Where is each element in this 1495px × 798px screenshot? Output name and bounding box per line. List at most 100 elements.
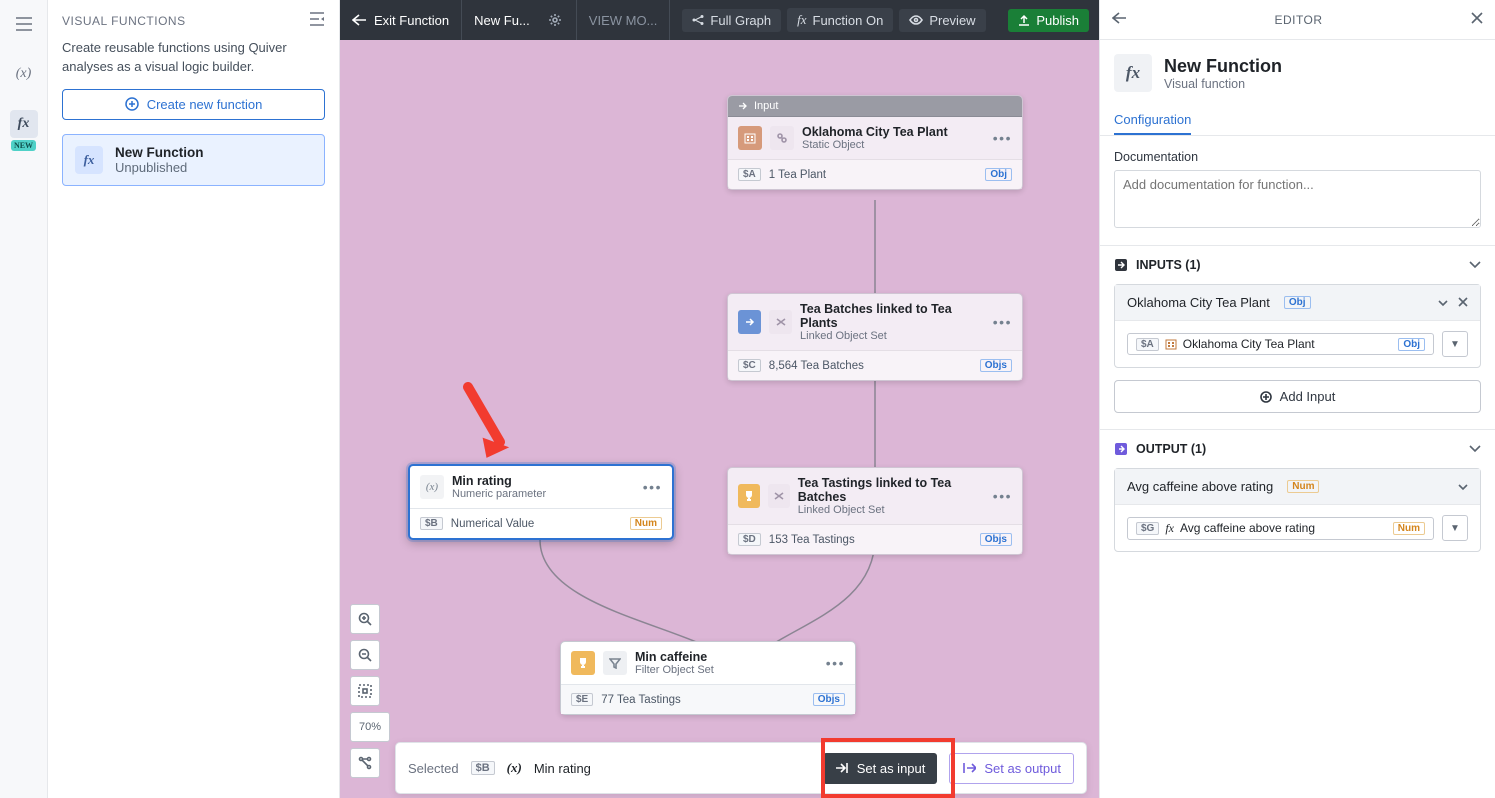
ref-tag: $B bbox=[420, 517, 443, 530]
editor-title: EDITOR bbox=[1126, 13, 1471, 27]
node-min-rating[interactable]: (x) Min rating Numeric parameter ••• $B … bbox=[408, 464, 674, 540]
node-title: Oklahoma City Tea Plant bbox=[802, 125, 948, 139]
chevron-down-icon bbox=[1469, 442, 1481, 456]
node-menu-icon[interactable]: ••• bbox=[826, 655, 845, 671]
output-label: Avg caffeine above rating bbox=[1127, 479, 1273, 494]
function-list-item[interactable]: fx New Function Unpublished bbox=[62, 134, 325, 186]
ref-tag: $A bbox=[738, 168, 761, 181]
gear-icon[interactable] bbox=[546, 13, 564, 27]
filter-icon bbox=[603, 651, 627, 675]
ref-tag: $D bbox=[738, 533, 761, 546]
node-menu-icon[interactable]: ••• bbox=[643, 479, 662, 495]
input-value-text: Oklahoma City Tea Plant bbox=[1183, 337, 1315, 351]
close-icon[interactable] bbox=[1458, 295, 1468, 310]
sidebar: VISUAL FUNCTIONS Create reusable functio… bbox=[48, 0, 340, 798]
publish-button[interactable]: Publish bbox=[1008, 9, 1089, 32]
chevron-down-icon[interactable] bbox=[1438, 295, 1448, 310]
exit-function-button[interactable]: Exit Function bbox=[340, 0, 462, 40]
graph-canvas[interactable]: Input Oklahoma City Tea Plant Static Obj… bbox=[340, 40, 1099, 798]
ref-tag: $E bbox=[571, 693, 593, 706]
editor-function-subtitle: Visual function bbox=[1164, 77, 1282, 91]
node-output-text: 8,564 Tea Batches bbox=[769, 360, 864, 372]
set-output-label: Set as output bbox=[984, 761, 1061, 776]
create-new-function-button[interactable]: Create new function bbox=[62, 89, 325, 120]
add-input-label: Add Input bbox=[1280, 389, 1336, 404]
zoom-fit-button[interactable] bbox=[350, 676, 380, 706]
documentation-label: Documentation bbox=[1114, 150, 1481, 164]
zoom-level[interactable]: 70% bbox=[350, 712, 390, 742]
documentation-input[interactable] bbox=[1114, 170, 1481, 228]
node-subtitle: Linked Object Set bbox=[798, 504, 985, 516]
node-min-caffeine[interactable]: Min caffeine Filter Object Set ••• $E 77… bbox=[560, 641, 856, 715]
set-as-output-button[interactable]: Set as output bbox=[949, 753, 1074, 784]
node-menu-icon[interactable]: ••• bbox=[993, 488, 1012, 504]
node-menu-icon[interactable]: ••• bbox=[993, 130, 1012, 146]
close-icon[interactable] bbox=[1471, 12, 1483, 27]
selected-name: Min rating bbox=[534, 761, 591, 776]
editor-function-name: New Function bbox=[1164, 56, 1282, 77]
type-tag: Obj bbox=[1284, 296, 1311, 309]
type-tag: Objs bbox=[980, 359, 1012, 372]
set-as-input-button[interactable]: Set as input bbox=[823, 753, 938, 784]
add-input-button[interactable]: Add Input bbox=[1114, 380, 1481, 413]
node-linked-tastings[interactable]: Tea Tastings linked to Tea Batches Linke… bbox=[727, 467, 1023, 555]
sidebar-title: VISUAL FUNCTIONS bbox=[62, 14, 186, 28]
chevron-down-icon bbox=[1469, 258, 1481, 272]
node-input[interactable]: Input Oklahoma City Tea Plant Static Obj… bbox=[727, 95, 1023, 190]
node-menu-icon[interactable]: ••• bbox=[993, 314, 1012, 330]
collapse-sidebar-icon[interactable] bbox=[309, 12, 325, 29]
function-on-button[interactable]: fx Function On bbox=[787, 8, 893, 32]
full-graph-label: Full Graph bbox=[710, 13, 771, 28]
new-badge: NEW bbox=[11, 140, 36, 151]
node-output-text: Numerical Value bbox=[451, 518, 535, 530]
ref-tag: $C bbox=[738, 359, 761, 372]
preview-button[interactable]: Preview bbox=[899, 9, 985, 32]
ref-tag: $A bbox=[1136, 338, 1159, 351]
visual-functions-tab[interactable]: fx NEW bbox=[10, 110, 38, 138]
menu-icon[interactable] bbox=[10, 10, 38, 38]
node-title: Tea Batches linked to Tea Plants bbox=[800, 302, 985, 330]
inputs-section-header[interactable]: INPUTS (1) bbox=[1100, 245, 1495, 284]
full-graph-button[interactable]: Full Graph bbox=[682, 9, 781, 32]
building-icon bbox=[738, 126, 762, 150]
breadcrumb[interactable]: New Fu... bbox=[462, 0, 577, 40]
input-value[interactable]: $A Oklahoma City Tea Plant Obj bbox=[1127, 333, 1434, 355]
node-linked-batches[interactable]: Tea Batches linked to Tea Plants Linked … bbox=[727, 293, 1023, 381]
exit-label: Exit Function bbox=[374, 13, 449, 28]
building-icon bbox=[1165, 338, 1177, 350]
annotation-arrow bbox=[458, 382, 518, 467]
auto-layout-button[interactable] bbox=[350, 748, 380, 778]
outputs-header-text: OUTPUT (1) bbox=[1136, 442, 1206, 456]
zoom-in-button[interactable] bbox=[350, 604, 380, 634]
tab-configuration[interactable]: Configuration bbox=[1114, 106, 1191, 135]
settings-icon bbox=[769, 310, 792, 334]
inputs-header-text: INPUTS (1) bbox=[1136, 258, 1201, 272]
variable-icon[interactable]: (x) bbox=[10, 60, 38, 88]
outputs-section-header[interactable]: OUTPUT (1) bbox=[1100, 429, 1495, 468]
type-tag: Objs bbox=[980, 533, 1012, 546]
selection-bar: Selected $B (x) Min rating Set as input … bbox=[395, 742, 1087, 794]
input-label: Oklahoma City Tea Plant bbox=[1127, 295, 1270, 310]
create-button-label: Create new function bbox=[147, 97, 263, 112]
node-subtitle: Linked Object Set bbox=[800, 330, 985, 342]
dropdown-icon[interactable]: ▼ bbox=[1442, 331, 1468, 357]
function-on-label: Function On bbox=[813, 13, 884, 28]
back-icon[interactable] bbox=[1112, 12, 1126, 27]
type-tag: Num bbox=[1287, 480, 1319, 493]
fx-icon: (x) bbox=[507, 760, 522, 776]
type-tag: Obj bbox=[1398, 338, 1425, 351]
settings-icon bbox=[768, 484, 790, 508]
output-value[interactable]: $G fx Avg caffeine above rating Num bbox=[1127, 517, 1434, 540]
view-mode-label: VIEW MO... bbox=[577, 0, 671, 40]
left-icon-rail: (x) fx NEW bbox=[0, 0, 48, 798]
chevron-down-icon[interactable] bbox=[1458, 479, 1468, 494]
input-card: Oklahoma City Tea Plant Obj $A Oklahoma … bbox=[1114, 284, 1481, 368]
dropdown-icon[interactable]: ▼ bbox=[1442, 515, 1468, 541]
topbar: Exit Function New Fu... VIEW MO... Full … bbox=[340, 0, 1099, 40]
zoom-out-button[interactable] bbox=[350, 640, 380, 670]
variable-icon: (x) bbox=[420, 475, 444, 499]
node-title: Min rating bbox=[452, 474, 546, 488]
fx-icon: fx bbox=[1165, 521, 1174, 536]
input-header-text: Input bbox=[754, 100, 778, 112]
trophy-icon bbox=[571, 651, 595, 675]
